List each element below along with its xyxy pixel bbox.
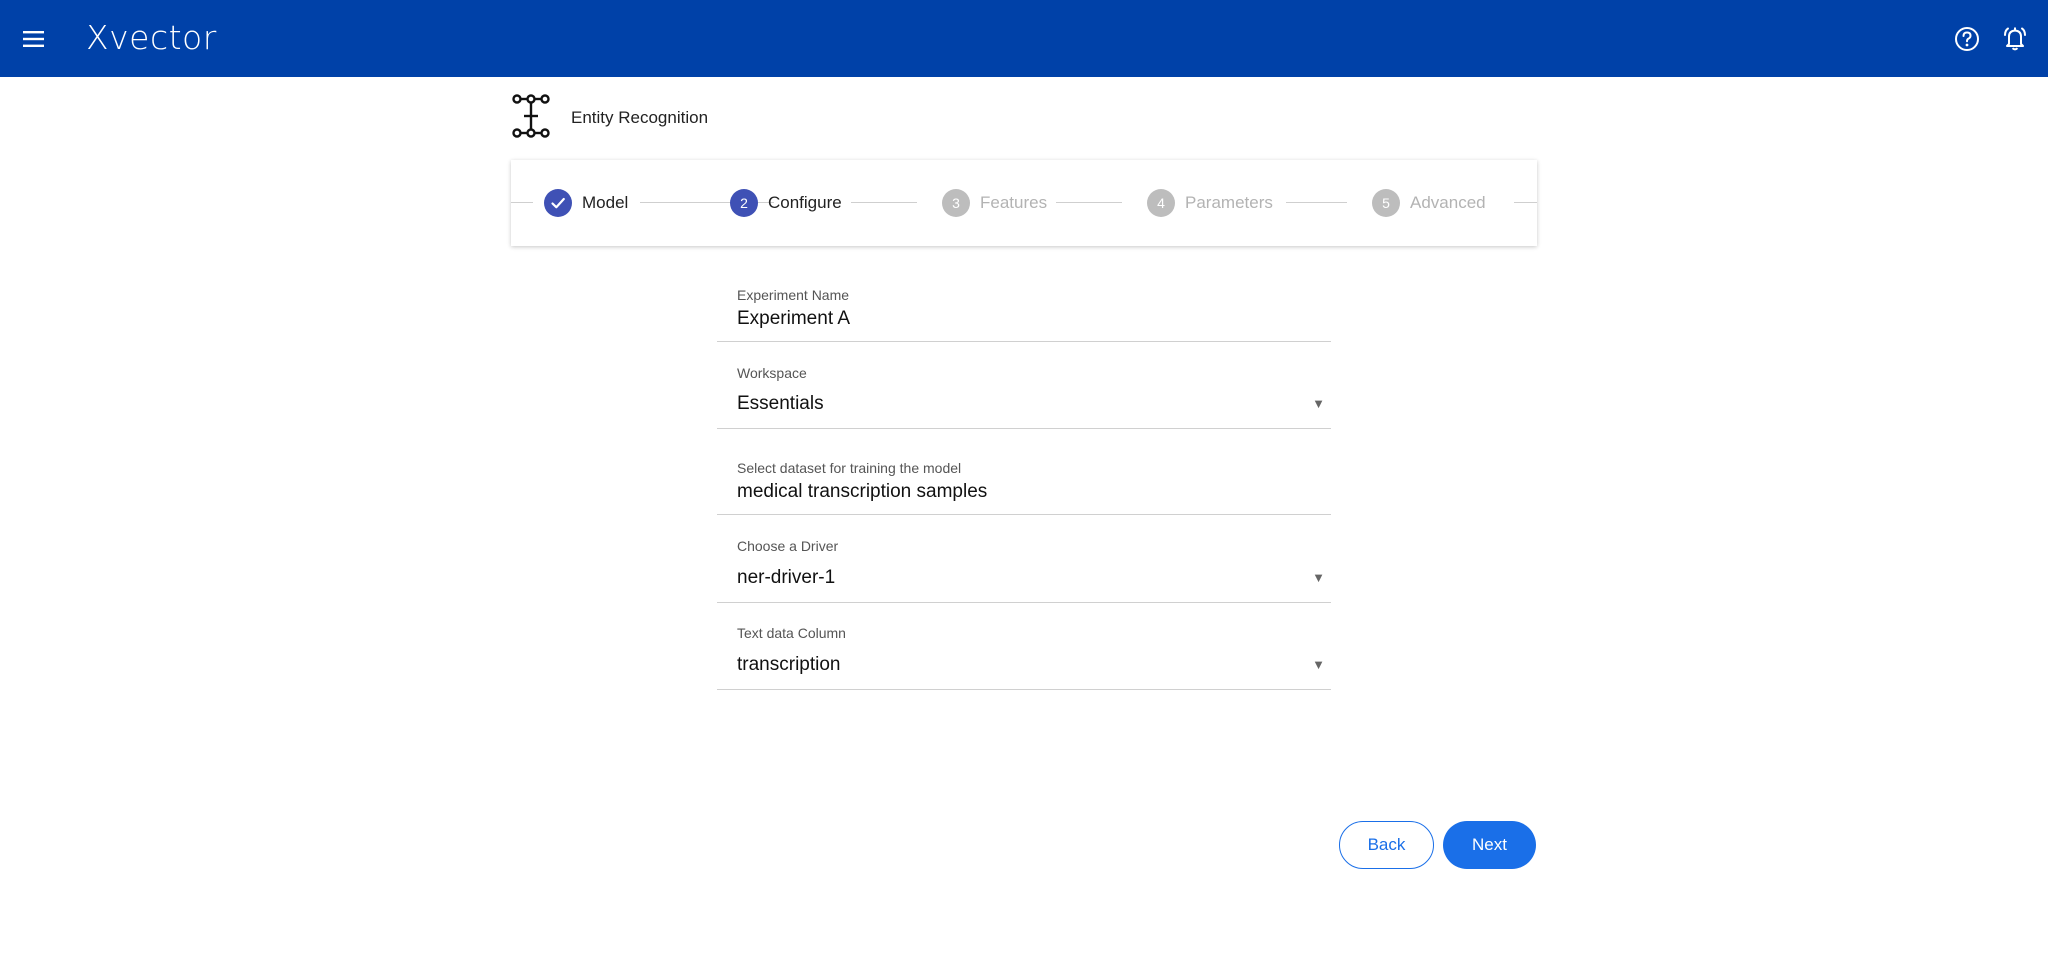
step-label: Configure <box>768 193 842 212</box>
back-button[interactable]: Back <box>1339 821 1434 869</box>
field-value: ner-driver-1 <box>737 567 836 588</box>
driver-select[interactable]: Choose a Driver ner-driver-1 ▼ <box>717 531 1331 603</box>
menu-icon[interactable] <box>20 25 48 53</box>
text-column-select[interactable]: Text data Column transcription ▼ <box>717 618 1331 690</box>
top-app-bar: Xvector <box>0 0 2048 77</box>
experiment-name-field[interactable]: Experiment Name Experiment A <box>717 280 1331 342</box>
stepper: Model 2 Configure 3 Features 4 Parameter… <box>511 160 1537 246</box>
step-label: Model <box>582 193 629 212</box>
step-label: Advanced <box>1410 193 1486 212</box>
step-label: Features <box>980 193 1048 212</box>
stepper-connector <box>511 202 533 203</box>
stepper-connector <box>1056 202 1122 203</box>
help-icon[interactable] <box>1953 25 1981 53</box>
step-number: 3 <box>942 189 970 217</box>
stepper-connector <box>1514 202 1537 203</box>
field-value: Experiment A <box>737 308 850 329</box>
next-button[interactable]: Next <box>1443 821 1536 869</box>
field-value: transcription <box>737 654 841 675</box>
stepper-connector <box>1286 202 1347 203</box>
step-label: Parameters <box>1185 193 1273 212</box>
step-model[interactable]: Model <box>544 189 628 217</box>
field-label: Experiment Name <box>737 287 850 303</box>
step-number: 5 <box>1372 189 1400 217</box>
app-logo[interactable]: Xvector <box>86 18 217 57</box>
field-label: Text data Column <box>737 625 846 641</box>
dropdown-arrow-icon[interactable]: ▼ <box>1312 657 1325 672</box>
step-features[interactable]: 3 Features <box>942 189 1047 217</box>
dataset-field[interactable]: Select dataset for training the model me… <box>717 453 1331 515</box>
page-header: Entity Recognition <box>511 93 709 143</box>
step-advanced[interactable]: 5 Advanced <box>1372 189 1486 217</box>
field-label: Select dataset for training the model <box>737 460 962 476</box>
field-label: Choose a Driver <box>737 538 839 554</box>
field-value: Essentials <box>737 393 824 414</box>
dropdown-arrow-icon[interactable]: ▼ <box>1312 396 1325 411</box>
stepper-connector <box>851 202 917 203</box>
workspace-select[interactable]: Workspace Essentials ▼ <box>717 358 1331 429</box>
step-parameters[interactable]: 4 Parameters <box>1147 189 1273 217</box>
bell-icon[interactable] <box>2000 23 2030 53</box>
step-number: 2 <box>730 189 758 217</box>
field-label: Workspace <box>737 365 807 381</box>
step-configure[interactable]: 2 Configure <box>730 189 842 217</box>
check-icon <box>544 189 572 217</box>
entity-recognition-icon <box>511 93 551 143</box>
page-title: Entity Recognition <box>571 108 709 127</box>
step-number: 4 <box>1147 189 1175 217</box>
field-value: medical transcription samples <box>737 481 988 502</box>
dropdown-arrow-icon[interactable]: ▼ <box>1312 570 1325 585</box>
